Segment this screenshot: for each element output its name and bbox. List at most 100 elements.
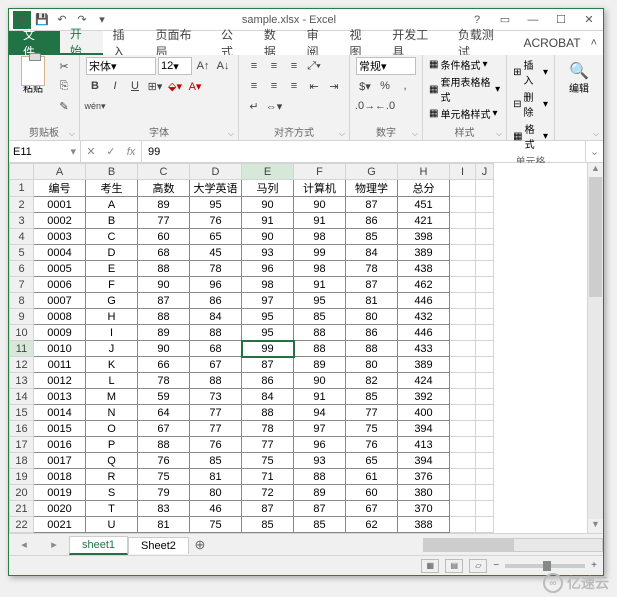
cell-F5[interactable]: 99: [294, 245, 346, 261]
cell-H5[interactable]: 389: [398, 245, 450, 261]
cell-C6[interactable]: 88: [138, 261, 190, 277]
cell-H16[interactable]: 394: [398, 421, 450, 437]
cell-B16[interactable]: O: [86, 421, 138, 437]
cell-D5[interactable]: 45: [190, 245, 242, 261]
cell-H15[interactable]: 400: [398, 405, 450, 421]
cell-J18[interactable]: [476, 453, 494, 469]
cell-F13[interactable]: 90: [294, 373, 346, 389]
vertical-scrollbar[interactable]: ▲▼: [587, 163, 603, 533]
cell-H6[interactable]: 438: [398, 261, 450, 277]
col-header-I[interactable]: I: [450, 164, 476, 180]
row-header-1[interactable]: 1: [10, 180, 34, 197]
align-bottom-icon[interactable]: ≡: [285, 57, 303, 75]
cell-E10[interactable]: 95: [242, 325, 294, 341]
cell-A15[interactable]: 0014: [34, 405, 86, 421]
cell-J16[interactable]: [476, 421, 494, 437]
cell-G5[interactable]: 84: [346, 245, 398, 261]
cell-E21[interactable]: 87: [242, 501, 294, 517]
cell-G12[interactable]: 80: [346, 357, 398, 373]
cell-E7[interactable]: 98: [242, 277, 294, 293]
row-header-19[interactable]: 19: [10, 469, 34, 485]
cell-D16[interactable]: 77: [190, 421, 242, 437]
cell-D3[interactable]: 76: [190, 213, 242, 229]
cell-H23[interactable]: 360: [398, 533, 450, 534]
cell-B4[interactable]: C: [86, 229, 138, 245]
dec-decimal-icon[interactable]: ←.0: [376, 97, 394, 115]
cell-E5[interactable]: 93: [242, 245, 294, 261]
cell-C1[interactable]: 高数: [138, 180, 190, 197]
font-size-combo[interactable]: 12 ▾: [158, 57, 192, 75]
cell-F12[interactable]: 89: [294, 357, 346, 373]
row-header-6[interactable]: 6: [10, 261, 34, 277]
cell-H18[interactable]: 394: [398, 453, 450, 469]
font-color-button[interactable]: A▾: [186, 77, 204, 95]
add-sheet-button[interactable]: ⊕: [189, 537, 211, 553]
cell-E16[interactable]: 78: [242, 421, 294, 437]
cell-F6[interactable]: 98: [294, 261, 346, 277]
cell-I11[interactable]: [450, 341, 476, 357]
page-break-view-icon[interactable]: ▱: [469, 559, 487, 573]
indent-dec-icon[interactable]: ⇤: [305, 77, 323, 95]
cell-G8[interactable]: 81: [346, 293, 398, 309]
cell-D8[interactable]: 86: [190, 293, 242, 309]
cell-E2[interactable]: 90: [242, 197, 294, 213]
cell-H4[interactable]: 398: [398, 229, 450, 245]
cell-C23[interactable]: 69: [138, 533, 190, 534]
cell-C5[interactable]: 68: [138, 245, 190, 261]
cell-A6[interactable]: 0005: [34, 261, 86, 277]
tab-formulas[interactable]: 公式: [211, 31, 254, 55]
cell-A4[interactable]: 0003: [34, 229, 86, 245]
fill-color-button[interactable]: ⬙▾: [166, 77, 184, 95]
cell-E4[interactable]: 90: [242, 229, 294, 245]
cell-A20[interactable]: 0019: [34, 485, 86, 501]
cell-G16[interactable]: 75: [346, 421, 398, 437]
row-header-15[interactable]: 15: [10, 405, 34, 421]
cell-G2[interactable]: 87: [346, 197, 398, 213]
sheet-tab-2[interactable]: Sheet2: [128, 537, 189, 554]
row-header-10[interactable]: 10: [10, 325, 34, 341]
cell-C14[interactable]: 59: [138, 389, 190, 405]
align-middle-icon[interactable]: ≡: [265, 57, 283, 75]
cell-H8[interactable]: 446: [398, 293, 450, 309]
tab-loadtest[interactable]: 负载测试: [448, 31, 514, 55]
cell-F14[interactable]: 91: [294, 389, 346, 405]
cell-H7[interactable]: 462: [398, 277, 450, 293]
row-header-7[interactable]: 7: [10, 277, 34, 293]
font-name-combo[interactable]: 宋体 ▾: [86, 57, 156, 75]
conditional-format-button[interactable]: ▦ 条件格式▾: [429, 57, 500, 72]
cell-A11[interactable]: 0010: [34, 341, 86, 357]
cell-B18[interactable]: Q: [86, 453, 138, 469]
sheet-nav-prev-icon[interactable]: ◂: [21, 538, 27, 551]
cell-F19[interactable]: 88: [294, 469, 346, 485]
row-header-20[interactable]: 20: [10, 485, 34, 501]
name-box[interactable]: E11▾: [9, 141, 81, 162]
delete-cells-button[interactable]: ⊟ 删除▾: [513, 89, 548, 119]
format-painter-icon[interactable]: ✎: [55, 97, 73, 115]
cell-D15[interactable]: 77: [190, 405, 242, 421]
cell-E12[interactable]: 87: [242, 357, 294, 373]
tab-data[interactable]: 数据: [254, 31, 297, 55]
cell-I20[interactable]: [450, 485, 476, 501]
normal-view-icon[interactable]: ▦: [421, 559, 439, 573]
row-header-3[interactable]: 3: [10, 213, 34, 229]
cell-J13[interactable]: [476, 373, 494, 389]
zoom-slider[interactable]: [505, 564, 585, 568]
cell-I12[interactable]: [450, 357, 476, 373]
wrap-text-icon[interactable]: ↵: [245, 97, 263, 115]
cell-I18[interactable]: [450, 453, 476, 469]
cell-H9[interactable]: 432: [398, 309, 450, 325]
cell-D20[interactable]: 80: [190, 485, 242, 501]
cell-G22[interactable]: 62: [346, 517, 398, 533]
cell-C16[interactable]: 67: [138, 421, 190, 437]
fx-icon[interactable]: fx: [121, 146, 141, 158]
cell-B8[interactable]: G: [86, 293, 138, 309]
cell-H22[interactable]: 388: [398, 517, 450, 533]
row-header-17[interactable]: 17: [10, 437, 34, 453]
percent-icon[interactable]: %: [376, 77, 394, 95]
cell-I13[interactable]: [450, 373, 476, 389]
cell-G18[interactable]: 65: [346, 453, 398, 469]
underline-button[interactable]: U: [126, 77, 144, 95]
cell-A17[interactable]: 0016: [34, 437, 86, 453]
cell-I22[interactable]: [450, 517, 476, 533]
cell-A14[interactable]: 0013: [34, 389, 86, 405]
